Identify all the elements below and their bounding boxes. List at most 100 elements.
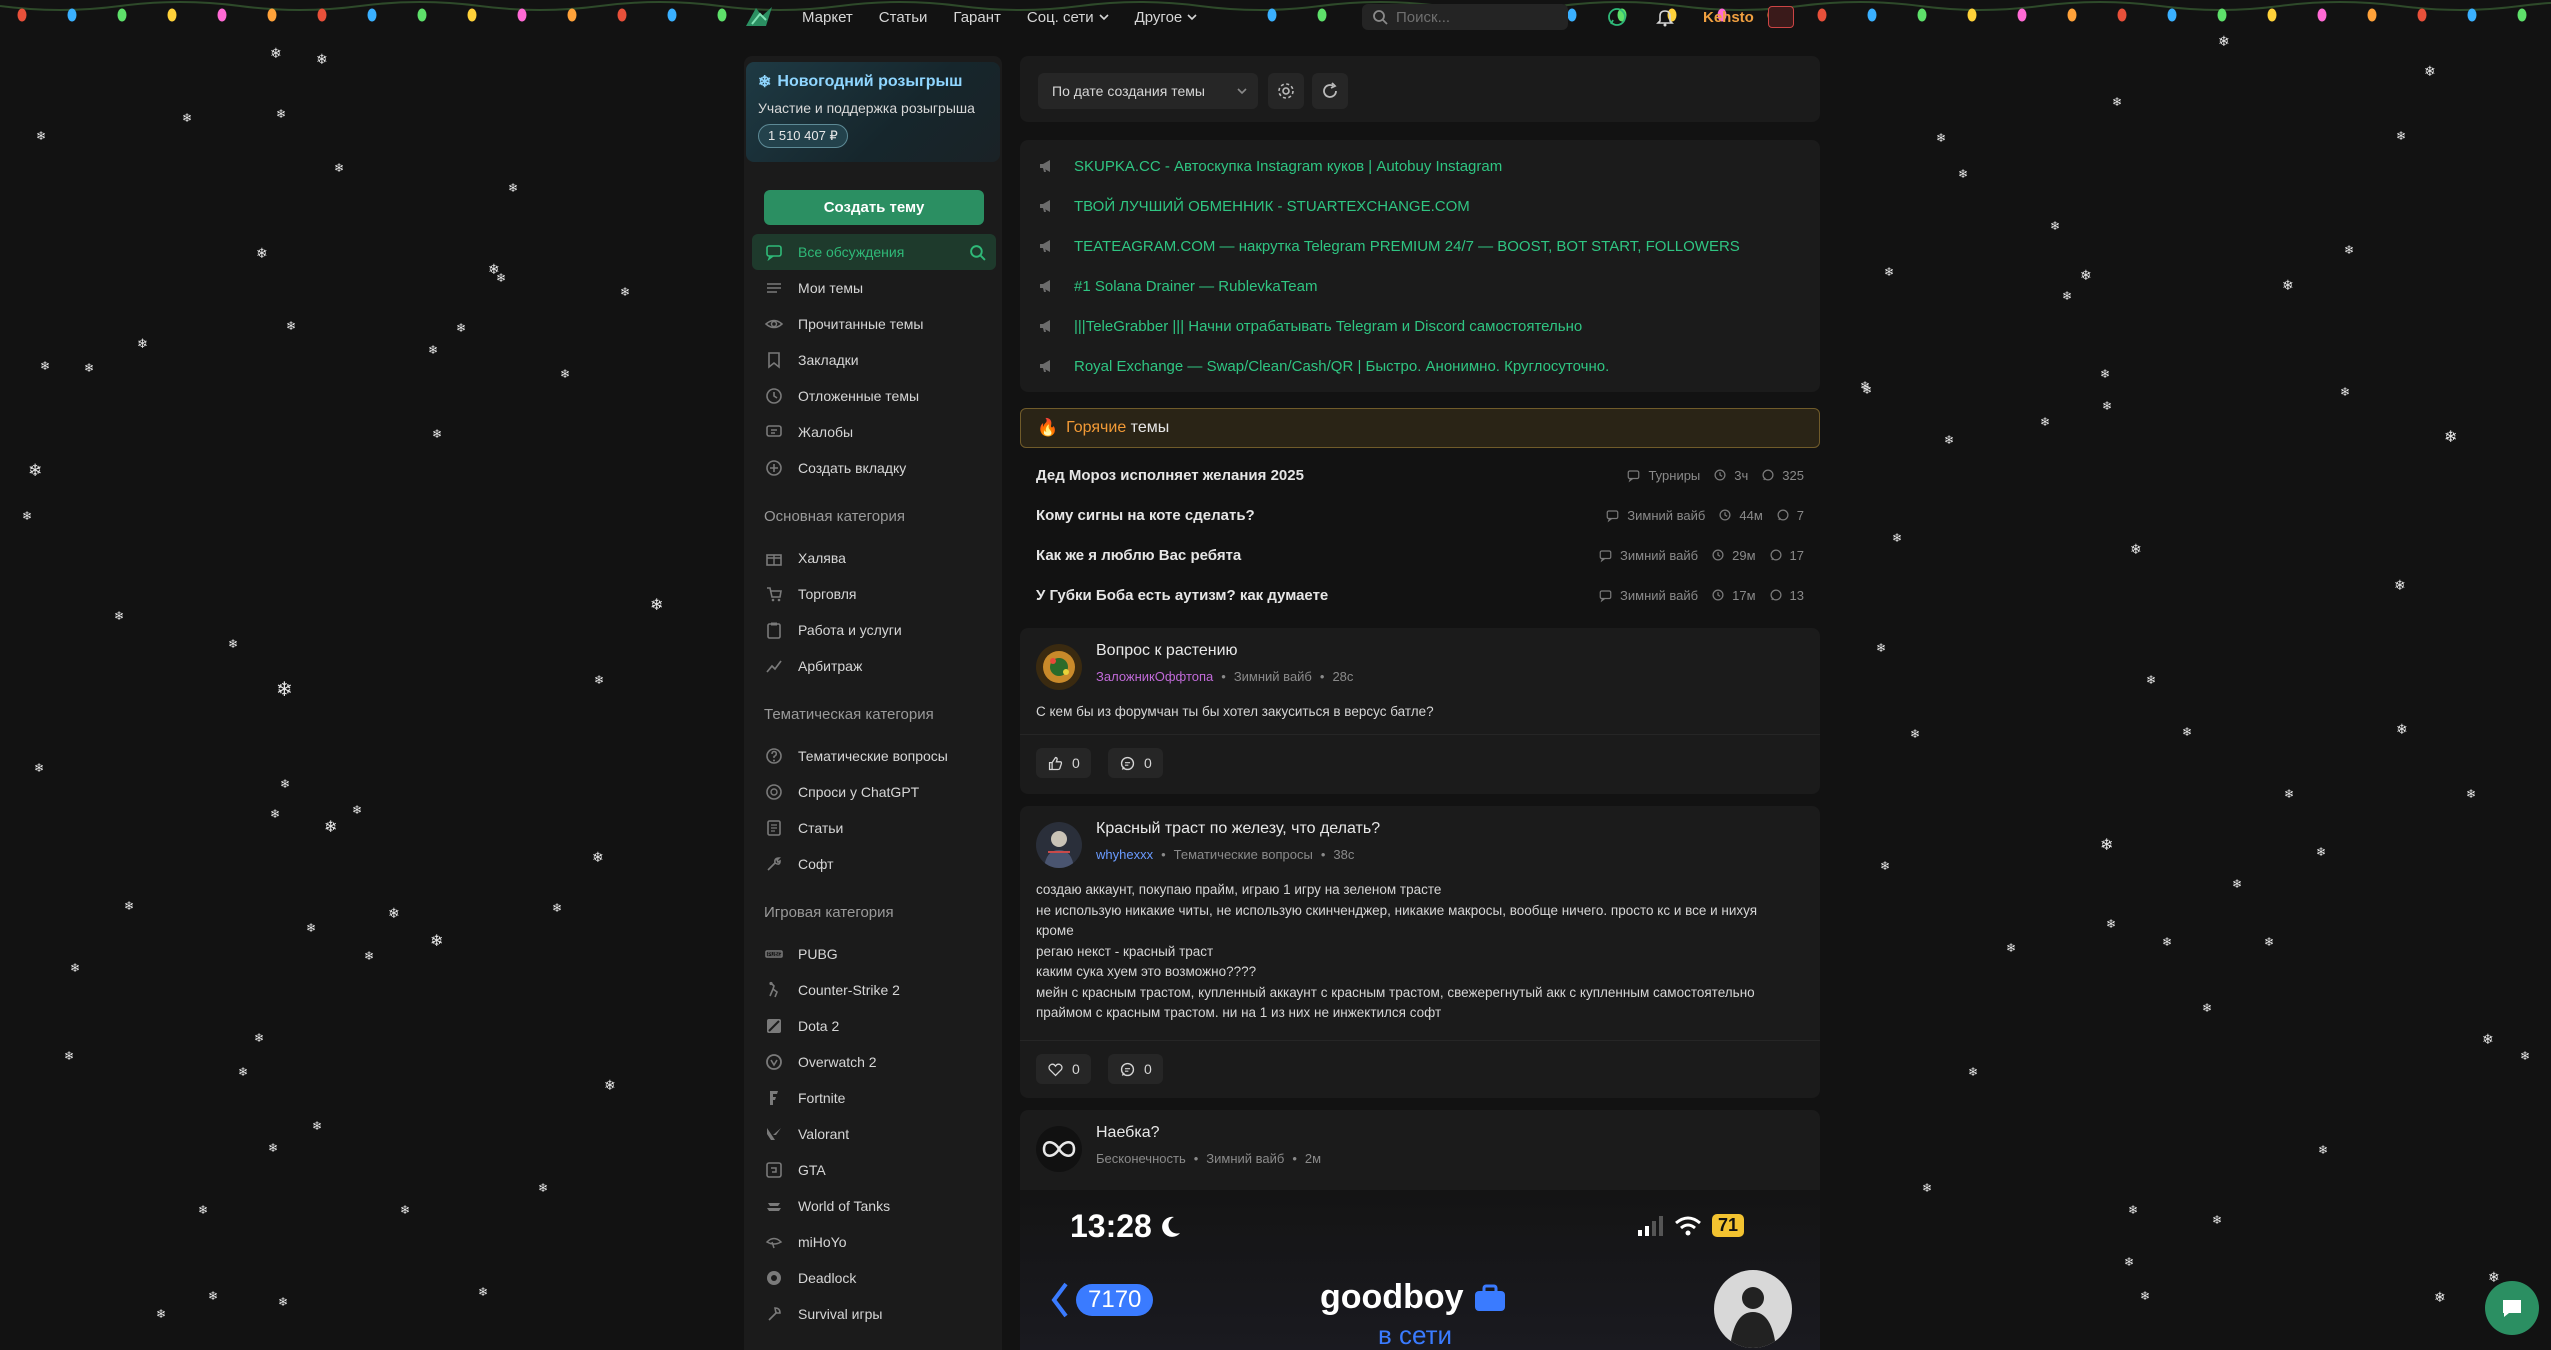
valorant-icon <box>764 1124 784 1144</box>
hot-topic-section[interactable]: Турниры <box>1648 468 1700 483</box>
hot-topic-title: У Губки Боба есть аутизм? как думаете <box>1036 586 1329 604</box>
thread-time: 38с <box>1333 847 1355 862</box>
sidebar-item[interactable]: Закладки <box>752 342 996 378</box>
thread-card[interactable]: Красный траст по железу, что делать? whyh… <box>1020 806 1820 1098</box>
messages-icon[interactable] <box>1607 7 1627 27</box>
sticky-thread-link[interactable]: Royal Exchange — Swap/Clean/Cash/QR | Бы… <box>1038 351 1609 381</box>
megaphone-icon <box>1038 197 1056 215</box>
nav-item-social[interactable]: Соц. сети <box>1027 9 1109 26</box>
contact-status: в сети <box>1378 1320 1453 1350</box>
username[interactable]: Kehsto <box>1703 9 1754 26</box>
thread-card[interactable]: Вопрос к растению ЗаложникОффтопа • Зимний … <box>1020 628 1820 794</box>
snowflake-icon: ❄ <box>364 949 375 963</box>
thread-card[interactable]: Наебка? Бесконечность • Зимний вайб • 2м 13:28… <box>1020 1110 1820 1350</box>
sidebar-item[interactable]: Софт <box>752 846 996 882</box>
garland-bulb <box>2167 8 2177 22</box>
hot-topic-time: 29м <box>1732 547 1756 563</box>
snowflake-icon: ❄ <box>1876 641 1887 655</box>
sidebar-item[interactable]: PUBG PUBG <box>752 936 996 972</box>
hot-topic-section[interactable]: Зимний вайб <box>1620 588 1698 603</box>
forum-icon <box>1598 588 1613 603</box>
like-button[interactable]: 0 <box>1036 1054 1091 1084</box>
bell-icon[interactable] <box>1655 7 1675 27</box>
avatar[interactable] <box>1036 1126 1082 1172</box>
thread-section[interactable]: Тематические вопросы <box>1174 847 1313 862</box>
nav-item-other[interactable]: Другое <box>1135 9 1198 26</box>
comment-icon <box>1761 468 1775 482</box>
thread-title[interactable]: Красный траст по железу, что делать? <box>1096 820 1380 838</box>
hot-topic-row[interactable]: Дед Мороз исполняет желания 2025 Турниры 3… <box>1020 455 1820 495</box>
sidebar-item[interactable]: Deadlock <box>752 1260 996 1296</box>
sidebar-item[interactable]: Халява <box>752 540 996 576</box>
sidebar-item-label: Fortnite <box>798 1090 846 1106</box>
category-title: Тематическая категория <box>764 706 934 723</box>
sidebar-item[interactable]: Dota 2 <box>752 1008 996 1044</box>
search-input[interactable]: Поиск... <box>1362 4 1568 30</box>
sidebar-item[interactable]: Статьи <box>752 810 996 846</box>
thread-section[interactable]: Зимний вайб <box>1206 1151 1284 1166</box>
sidebar-item[interactable]: Survival игры <box>752 1296 996 1332</box>
sidebar-item[interactable]: Прочитанные темы <box>752 306 996 342</box>
sidebar-item[interactable]: Жалобы <box>752 414 996 450</box>
sort-select[interactable]: По дате создания темы <box>1038 73 1258 109</box>
sidebar-item[interactable]: Valorant <box>752 1116 996 1152</box>
hot-topic-row[interactable]: У Губки Боба есть аутизм? как думаете Зим… <box>1020 575 1820 615</box>
comments-button[interactable]: 0 <box>1108 1054 1163 1084</box>
sticky-thread-link[interactable]: SKUPKA.CC - Автоскупка Instagram куков |… <box>1038 151 1502 181</box>
nav-item-market[interactable]: Маркет <box>802 9 853 26</box>
snowflake-icon: ❄ <box>1860 379 1871 393</box>
avatar[interactable] <box>1036 644 1082 690</box>
sidebar-item[interactable]: Спроси у ChatGPT <box>752 774 996 810</box>
giveaway-banner[interactable]: ❄ Новогодний розыгрыш Участие и поддержк… <box>746 62 1000 162</box>
hot-topic-section[interactable]: Зимний вайб <box>1620 548 1698 563</box>
like-button[interactable]: 0 <box>1036 748 1091 778</box>
sidebar-item[interactable]: Overwatch 2 <box>752 1044 996 1080</box>
overwatch-icon <box>764 1052 784 1072</box>
sidebar-item[interactable]: Торговля <box>752 576 996 612</box>
sidebar-item[interactable]: Отложенные темы <box>752 378 996 414</box>
hot-topic-row[interactable]: Кому сигны на коте сделать? Зимний вайб 44… <box>1020 495 1820 535</box>
attached-screenshot[interactable]: 13:28 71 7170 goodboy в сети <box>1020 1190 1820 1350</box>
thread-title[interactable]: Вопрос к растению <box>1096 642 1238 660</box>
snowflake-icon: ❄ <box>456 321 467 335</box>
sidebar-item[interactable]: World of Tanks <box>752 1188 996 1224</box>
hot-topic-section[interactable]: Зимний вайб <box>1627 508 1705 523</box>
sidebar-item[interactable]: GTA <box>752 1152 996 1188</box>
sidebar-item[interactable]: Работа и услуги <box>752 612 996 648</box>
moon-icon <box>1160 1215 1182 1239</box>
sidebar-item[interactable]: Мои темы <box>752 270 996 306</box>
thread-author[interactable]: ЗаложникОффтопа <box>1096 669 1213 684</box>
thread-preview-line: С кем бы из форумчан ты бы хотел закусит… <box>1036 704 1434 719</box>
sidebar-item[interactable]: miHoYo <box>752 1224 996 1260</box>
sticky-thread-link[interactable]: #1 Solana Drainer — RublevkaTeam <box>1038 271 1317 301</box>
create-thread-button[interactable]: Создать тему <box>764 190 984 225</box>
nav-item-guarantor[interactable]: Гарант <box>953 9 1000 26</box>
comments-button[interactable]: 0 <box>1108 748 1163 778</box>
sticky-thread-link[interactable]: ТВОЙ ЛУЧШИЙ ОБМЕННИК - STUARTEXCHANGE.CO… <box>1038 191 1470 221</box>
sidebar-item[interactable]: Арбитраж <box>752 648 996 684</box>
thread-author[interactable]: Бесконечность <box>1096 1151 1186 1166</box>
sidebar-item[interactable]: Тематические вопросы <box>752 738 996 774</box>
search-icon[interactable] <box>969 244 986 261</box>
sidebar-item[interactable]: Все обсуждения <box>752 234 996 270</box>
site-logo[interactable] <box>742 4 778 30</box>
snowflake-icon: ❄ <box>2396 721 2408 737</box>
thread-author[interactable]: whyhexxx <box>1096 847 1153 862</box>
settings-button[interactable] <box>1268 73 1304 109</box>
sidebar-item[interactable]: Counter-Strike 2 <box>752 972 996 1008</box>
sidebar-item-label: Тематические вопросы <box>798 748 948 764</box>
nav-item-articles[interactable]: Статьи <box>879 9 928 26</box>
chat-button[interactable] <box>2485 1281 2539 1335</box>
sidebar-item[interactable]: Fortnite <box>752 1080 996 1116</box>
sticky-thread-link[interactable]: TEATEAGRAM.COM — накрутка Telegram PREMI… <box>1038 231 1740 261</box>
avatar[interactable] <box>1767 6 1794 28</box>
snowflake-icon: ❄ <box>2182 725 2193 739</box>
refresh-button[interactable] <box>1312 73 1348 109</box>
thread-section[interactable]: Зимний вайб <box>1234 669 1312 684</box>
garland-bulb <box>2467 8 2477 22</box>
sticky-thread-link[interactable]: |||TeleGrabber ||| Начни отрабатывать Te… <box>1038 311 1582 341</box>
hot-topic-row[interactable]: Как же я люблю Вас ребята Зимний вайб 29м 1… <box>1020 535 1820 575</box>
avatar[interactable] <box>1036 822 1082 868</box>
thread-title[interactable]: Наебка? <box>1096 1124 1159 1142</box>
sidebar-item[interactable]: Создать вкладку <box>752 450 996 486</box>
